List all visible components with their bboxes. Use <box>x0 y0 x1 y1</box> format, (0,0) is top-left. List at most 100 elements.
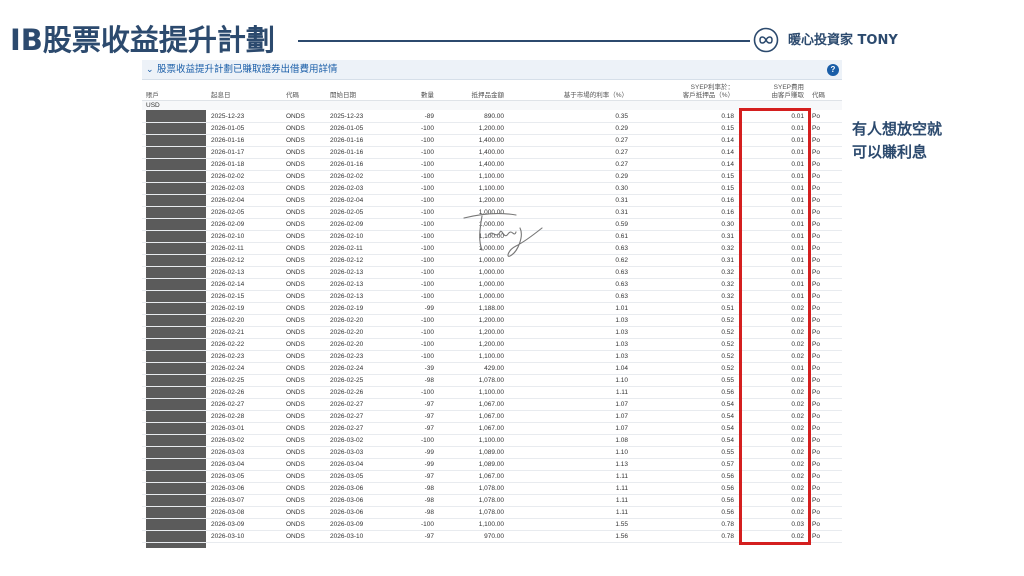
cell-syep-rate: 0.54 <box>721 437 734 444</box>
table-row[interactable]: 2026-02-21 ONDS 2026-02-20 -100 1,200.00 1.03… <box>142 327 842 339</box>
table-row[interactable]: 2026-03-08 ONDS 2026-03-06 -98 1,078.00 1.11 0… <box>142 507 842 519</box>
cell-quantity: -100 <box>420 233 434 240</box>
cell-syep-rate: 0.57 <box>721 461 734 468</box>
cell-value-date: 2026-03-02 <box>211 437 245 444</box>
cell-collateral: 970.00 <box>484 533 504 540</box>
column-header-syep-rate[interactable]: SYEP利率於： 客戶抵押品（%） <box>632 82 734 100</box>
cell-symbol: ONDS <box>286 317 305 324</box>
cell-syep-rate: 0.52 <box>721 317 734 324</box>
column-header-quantity[interactable]: 數量 <box>400 82 434 100</box>
cell-code: Po <box>812 497 820 504</box>
cell-code: Po <box>812 425 820 432</box>
cell-symbol: ONDS <box>286 329 305 336</box>
cell-collateral: 429.00 <box>484 365 504 372</box>
cell-symbol: ONDS <box>286 137 305 144</box>
table-row[interactable]: 2026-02-02 ONDS 2026-02-02 -100 1,100.00 0.29… <box>142 171 842 183</box>
cell-start-date: 2026-02-02 <box>330 173 364 180</box>
table-row[interactable]: 2026-03-09 ONDS 2026-03-09 -100 1,100.00 1.55… <box>142 519 842 531</box>
panel-title[interactable]: 股票收益提升計劃已賺取證券出借費用詳情 <box>157 63 338 76</box>
column-header-market-rate[interactable]: 基于市場的利率（%） <box>508 82 628 100</box>
cell-symbol: ONDS <box>286 305 305 312</box>
table-row[interactable]: 2026-02-20 ONDS 2026-02-20 -100 1,200.00 1.03… <box>142 315 842 327</box>
table-row[interactable]: 2026-02-26 ONDS 2026-02-26 -100 1,100.00 1.11… <box>142 387 842 399</box>
cell-symbol: ONDS <box>286 185 305 192</box>
table-row[interactable]: 2026-03-06 ONDS 2026-03-06 -98 1,078.00 1.11 0… <box>142 483 842 495</box>
cell-collateral: 1,067.00 <box>478 413 504 420</box>
cell-quantity: -97 <box>424 413 434 420</box>
chevron-down-icon[interactable]: ⌄ <box>146 63 154 76</box>
cell-quantity: -100 <box>420 329 434 336</box>
table-row[interactable]: 2026-02-22 ONDS 2026-02-20 -100 1,200.00 1.03… <box>142 339 842 351</box>
cell-code: Po <box>812 509 820 516</box>
table-row[interactable]: 2026-02-15 ONDS 2026-02-13 -100 1,000.00 0.63… <box>142 291 842 303</box>
table-row[interactable]: 2026-01-17 ONDS 2026-01-16 -100 1,400.00 0.27… <box>142 147 842 159</box>
table-row[interactable]: 2026-01-18 ONDS 2026-01-16 -100 1,400.00 0.27… <box>142 159 842 171</box>
cell-quantity: -100 <box>420 281 434 288</box>
cell-code: Po <box>812 269 820 276</box>
column-header-collateral[interactable]: 抵押品金額 <box>438 82 505 100</box>
column-header-label: 數量 <box>421 92 434 99</box>
cell-value-date: 2026-03-08 <box>211 509 245 516</box>
cell-symbol: ONDS <box>286 413 305 420</box>
cell-start-date: 2026-02-10 <box>330 233 364 240</box>
cell-syep-rate: 0.15 <box>721 125 734 132</box>
table-row[interactable]: 2026-03-04 ONDS 2026-03-04 -99 1,089.00 1.13 0… <box>142 459 842 471</box>
cell-code: Po <box>812 461 820 468</box>
column-header-account[interactable]: 賬戶 <box>146 82 204 100</box>
table-row[interactable]: 2026-03-01 ONDS 2026-02-27 -97 1,067.00 1.07 0… <box>142 423 842 435</box>
cell-code: Po <box>812 281 820 288</box>
table-row[interactable]: 2025-12-23 ONDS 2025-12-23 -89 890.00 0.35 0.1… <box>142 111 842 123</box>
cell-start-date: 2026-02-20 <box>330 329 364 336</box>
table-row[interactable]: 2026-02-03 ONDS 2026-02-03 -100 1,100.00 0.30… <box>142 183 842 195</box>
table-row[interactable]: 2026-02-25 ONDS 2026-02-25 -98 1,078.00 1.10 0… <box>142 375 842 387</box>
cell-start-date: 2026-03-05 <box>330 473 364 480</box>
cell-value-date: 2026-02-04 <box>211 197 245 204</box>
cell-start-date: 2026-03-06 <box>330 497 364 504</box>
table-row[interactable]: 2026-01-05 ONDS 2026-01-05 -100 1,200.00 0.29… <box>142 123 842 135</box>
table-row[interactable]: 2026-02-27 ONDS 2026-02-27 -97 1,067.00 1.07 0… <box>142 399 842 411</box>
column-header-symbol[interactable]: 代碼 <box>286 82 326 100</box>
cell-quantity: -97 <box>424 533 434 540</box>
table-row[interactable]: 2026-01-16 ONDS 2026-01-16 -100 1,400.00 0.27… <box>142 135 842 147</box>
cell-value-date: 2026-02-02 <box>211 173 245 180</box>
cell-syep-rate: 0.52 <box>721 353 734 360</box>
cell-start-date: 2026-02-13 <box>330 281 364 288</box>
table-row[interactable]: 2026-02-13 ONDS 2026-02-13 -100 1,000.00 0.63… <box>142 267 842 279</box>
cell-symbol: ONDS <box>286 281 305 288</box>
help-icon[interactable]: ? <box>827 64 839 76</box>
table-row[interactable]: 2026-03-05 ONDS 2026-03-05 -97 1,067.00 1.11 0… <box>142 471 842 483</box>
cell-quantity: -100 <box>420 521 434 528</box>
column-header-syep-fee[interactable]: SYEP費用 由客戶賺取 <box>738 82 805 100</box>
column-header-value-date[interactable]: 起息日 <box>211 82 281 100</box>
column-header-code[interactable]: 代碼 <box>812 82 840 100</box>
currency-label: USD <box>146 102 160 109</box>
cell-market-rate: 1.04 <box>615 365 628 372</box>
table-row[interactable]: 2026-02-14 ONDS 2026-02-13 -100 1,000.00 0.63… <box>142 279 842 291</box>
table-row[interactable]: 2026-03-07 ONDS 2026-03-06 -98 1,078.00 1.11 0… <box>142 495 842 507</box>
cell-value-date: 2026-03-03 <box>211 449 245 456</box>
cell-collateral: 1,100.00 <box>478 437 504 444</box>
table-row[interactable]: 2026-02-24 ONDS 2026-02-24 -39 429.00 1.04 0.5… <box>142 363 842 375</box>
table-row[interactable]: 2026-02-23 ONDS 2026-02-23 -100 1,100.00 1.03… <box>142 351 842 363</box>
cell-collateral: 1,400.00 <box>478 161 504 168</box>
cell-quantity: -100 <box>420 257 434 264</box>
table-row[interactable]: 2026-02-28 ONDS 2026-02-27 -97 1,067.00 1.07 0… <box>142 411 842 423</box>
cell-symbol: ONDS <box>286 533 305 540</box>
cell-market-rate: 0.27 <box>615 137 628 144</box>
cell-collateral: 1,100.00 <box>478 185 504 192</box>
panel-header[interactable]: ⌄ 股票收益提升計劃已賺取證券出借費用詳情 ? <box>142 60 842 80</box>
table-row[interactable]: 2026-03-02 ONDS 2026-03-02 -100 1,100.00 1.08… <box>142 435 842 447</box>
cell-quantity: -100 <box>420 269 434 276</box>
table-row[interactable]: 2026-03-03 ONDS 2026-03-03 -99 1,089.00 1.10 0… <box>142 447 842 459</box>
cell-start-date: 2026-01-16 <box>330 137 364 144</box>
cell-market-rate: 0.29 <box>615 173 628 180</box>
cell-syep-rate: 0.55 <box>721 377 734 384</box>
logo-icon <box>753 27 779 53</box>
cell-symbol: ONDS <box>286 425 305 432</box>
table-row[interactable]: 2026-02-19 ONDS 2026-02-19 -99 1,188.00 1.01 0… <box>142 303 842 315</box>
cell-symbol: ONDS <box>286 197 305 204</box>
cell-syep-rate: 0.52 <box>721 329 734 336</box>
column-header-start-date[interactable]: 開始日期 <box>330 82 400 100</box>
cell-quantity: -97 <box>424 425 434 432</box>
table-row[interactable]: 2026-03-10 ONDS 2026-03-10 -97 970.00 1.56 0.7… <box>142 531 842 543</box>
